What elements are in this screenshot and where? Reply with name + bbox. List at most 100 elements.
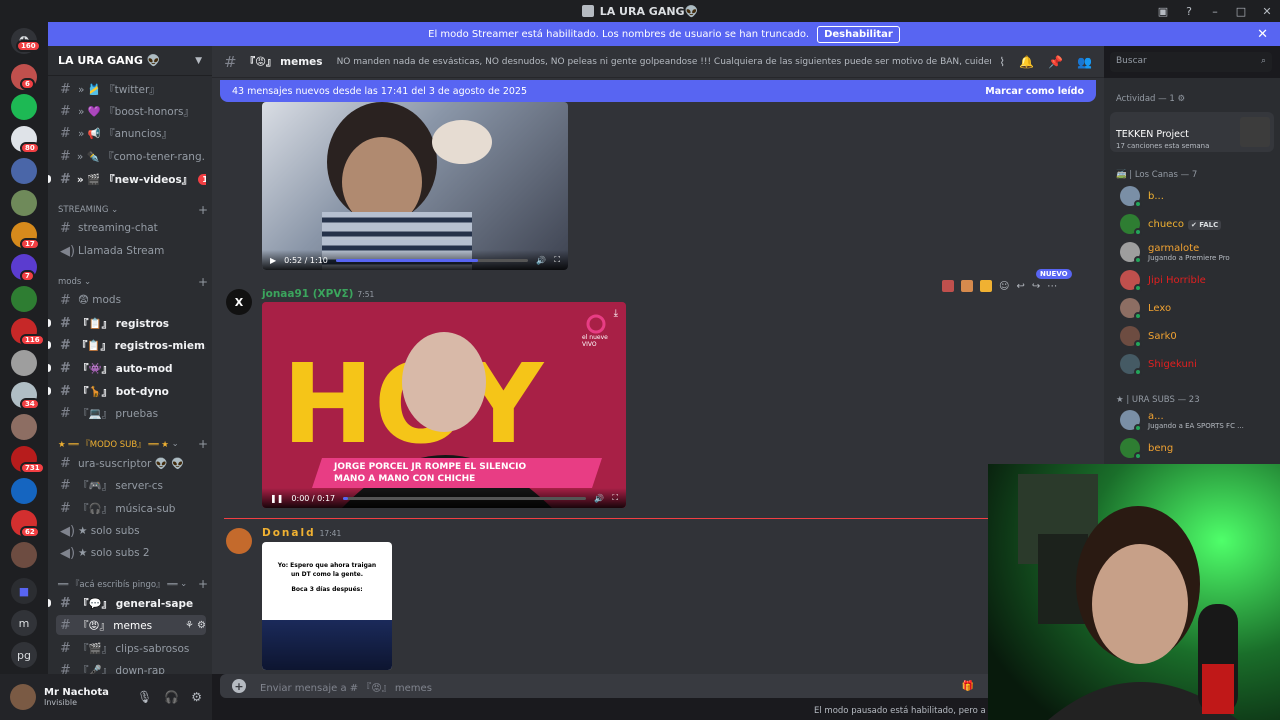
attach-icon[interactable]: + <box>232 679 246 693</box>
category-mods[interactable]: mods ⌄ + <box>58 275 208 289</box>
voice-channel-llamada[interactable]: ◀) Llamada Stream <box>56 241 206 261</box>
add-reaction-icon[interactable]: ☺ <box>999 281 1009 292</box>
folder-icon[interactable]: ■ <box>11 578 37 604</box>
channel-topic[interactable]: NO manden nada de esvásticas, NO desnudo… <box>337 57 992 67</box>
members-icon[interactable]: 👥 <box>1077 55 1092 69</box>
avatar[interactable] <box>226 528 252 554</box>
threads-icon[interactable]: ⌇ <box>999 55 1005 69</box>
server-icon[interactable] <box>11 190 37 216</box>
inbox-icon[interactable]: ▣ <box>1150 5 1176 18</box>
channel-twitter[interactable]: # » 🎽 『twitter』 <box>56 79 206 99</box>
channel-memes[interactable]: # 『😡』 memes ⚘ ⚙ <box>56 615 206 635</box>
guild-header[interactable]: LA URA GANG 👽 ▼ <box>48 46 212 76</box>
member-item[interactable]: Shigekuni <box>1120 353 1276 376</box>
channel-server-cs[interactable]: # 『🎮』 server-cs <box>56 475 206 495</box>
channel-new-videos[interactable]: # » 🎬 『new-videos』 14 <box>56 169 206 189</box>
category-modo-sub[interactable]: ★ ══ 『MODO SUB』 ══ ★ ⌄ + <box>58 437 208 451</box>
pause-icon[interactable]: ❚❚ <box>270 494 283 503</box>
avatar[interactable] <box>10 684 36 710</box>
channel-streaming-chat[interactable]: # streaming-chat <box>56 218 206 238</box>
invite-settings-icons[interactable]: ⚘ ⚙ <box>185 620 206 631</box>
server-icon[interactable] <box>11 478 37 504</box>
server-icon[interactable] <box>11 350 37 376</box>
voice-channel-solo-subs[interactable]: ◀) ★ solo subs <box>56 521 206 541</box>
seek-bar[interactable] <box>343 496 587 500</box>
add-channel-icon[interactable]: + <box>198 275 208 289</box>
member-item[interactable]: garmalote Jugando a Premiere Pro <box>1120 241 1276 264</box>
volume-icon[interactable]: 🔊 <box>594 494 604 503</box>
pin-icon[interactable]: 📌 <box>1048 55 1063 69</box>
disable-button[interactable]: Deshabilitar <box>817 25 900 43</box>
channel-ura-suscriptor[interactable]: # ura-suscriptor 👽 👽 <box>56 453 206 473</box>
bell-icon[interactable]: 🔔 <box>1019 55 1034 69</box>
message-author[interactable]: jonaa91 (XPVΣ) 7:51 <box>262 288 374 300</box>
fullscreen-icon[interactable]: ⛶ <box>554 255 560 265</box>
member-item[interactable]: Sark0 <box>1120 325 1276 348</box>
voice-channel-solo-subs-2[interactable]: ◀) ★ solo subs 2 <box>56 543 206 563</box>
reaction-icon[interactable] <box>980 280 992 292</box>
category-pingo[interactable]: ══ 『acá escribís pingo』 ══ ⌄ + <box>58 577 208 591</box>
help-icon[interactable]: ? <box>1176 5 1202 18</box>
seek-bar[interactable] <box>335 258 529 262</box>
channel-down-rap[interactable]: # 『🎤』 down-rap <box>56 660 206 675</box>
channel-boost[interactable]: # » 💜 『boost-honors』 <box>56 101 206 121</box>
play-icon[interactable]: ▶ <box>270 256 276 265</box>
more-icon[interactable]: ⋯ <box>1047 281 1057 292</box>
member-item[interactable]: Lexo <box>1120 297 1276 320</box>
search-input[interactable]: Buscar ⌕ <box>1110 52 1272 72</box>
server-icon[interactable] <box>11 414 37 440</box>
member-item[interactable]: a... Jugando a EA SPORTS FC ... <box>1120 409 1276 432</box>
reaction-icon[interactable] <box>961 280 973 292</box>
microphone-icon[interactable]: 🎙 <box>137 690 152 704</box>
member-item[interactable]: beng <box>1120 437 1276 460</box>
volume-icon[interactable]: 🔊 <box>536 256 546 265</box>
channel-musica-sub[interactable]: # 『🎧』 música-sub <box>56 498 206 518</box>
reaction-icon[interactable] <box>942 280 954 292</box>
channel-registros-miem[interactable]: # 『📋』 registros-miem... <box>56 335 206 355</box>
add-channel-icon[interactable]: + <box>198 203 208 217</box>
mark-as-read-button[interactable]: Marcar como leído <box>985 86 1084 97</box>
add-channel-icon[interactable]: + <box>198 437 208 451</box>
server-icon[interactable] <box>11 286 37 312</box>
headphones-icon[interactable]: 🎧 <box>164 690 179 704</box>
server-letter[interactable]: m <box>11 610 37 636</box>
reply-icon[interactable]: ↩ <box>1016 281 1024 292</box>
gear-icon[interactable]: ⚙ <box>191 690 202 704</box>
channel-auto-mod[interactable]: # 『👾』 auto-mod <box>56 358 206 378</box>
server-icon[interactable] <box>11 542 37 568</box>
video-player[interactable]: ▶ 0:52 / 1:10 🔊 ⛶ <box>262 102 568 270</box>
member-item[interactable]: b... <box>1120 185 1276 208</box>
channel-rang[interactable]: # » ✒️ 『como-tener-rang... <box>56 146 206 166</box>
member-item[interactable]: chueco ✔ FALC <box>1120 213 1276 236</box>
meme-image[interactable]: Yo: Espero que ahora traigan un DT como … <box>262 542 392 670</box>
server-icon[interactable] <box>11 94 37 120</box>
close-icon[interactable]: ✕ <box>1257 27 1268 42</box>
channel-general-sape[interactable]: # 『💬』 general-sape <box>56 593 206 613</box>
channel-bot-dyno[interactable]: # 『🦒』 bot-dyno <box>56 381 206 401</box>
close-window-button[interactable]: ✕ <box>1254 5 1280 18</box>
gear-icon[interactable]: ⚙ <box>1177 94 1185 104</box>
activity-card[interactable]: TEKKEN Project 17 canciones esta semana <box>1110 112 1274 152</box>
channel-anuncios[interactable]: # » 📢 『anuncios』 <box>56 123 206 143</box>
fullscreen-icon[interactable]: ⛶ <box>612 493 618 503</box>
gift-icon[interactable]: 🎁 <box>962 681 974 692</box>
channel-pruebas[interactable]: # 『💻』 pruebas <box>56 403 206 423</box>
category-streaming[interactable]: STREAMING ⌄ + <box>58 203 208 217</box>
channel-clips-sabrosos[interactable]: # 『🎬』 clips-sabrosos <box>56 638 206 658</box>
video-player[interactable]: HOY JORGE PORCEL JR ROMPE EL SILENCIO MA… <box>262 302 626 508</box>
channel-registros[interactable]: # 『📋』 registros <box>56 313 206 333</box>
channel-mods[interactable]: # 😨 mods <box>56 290 206 310</box>
member-item[interactable]: Jipi Horrible <box>1120 269 1276 292</box>
server-letter[interactable]: pg <box>11 642 37 668</box>
add-channel-icon[interactable]: + <box>198 577 208 591</box>
message-author[interactable]: Donald 17:41 <box>262 527 341 539</box>
forward-icon[interactable]: ↪ <box>1032 281 1040 292</box>
avatar[interactable]: X <box>226 289 252 315</box>
message-composer[interactable]: + Enviar mensaje a # 『😡』 memes 🎁 <box>220 674 1096 698</box>
maximize-button[interactable]: □ <box>1228 5 1254 18</box>
download-icon[interactable]: ⤓ <box>614 308 618 319</box>
new-messages-bar[interactable]: 43 mensajes nuevos desde las 17:41 del 3… <box>220 80 1096 102</box>
minimize-button[interactable]: – <box>1202 5 1228 18</box>
server-icon[interactable] <box>11 158 37 184</box>
composer-input[interactable]: Enviar mensaje a # 『😡』 memes <box>260 679 432 694</box>
